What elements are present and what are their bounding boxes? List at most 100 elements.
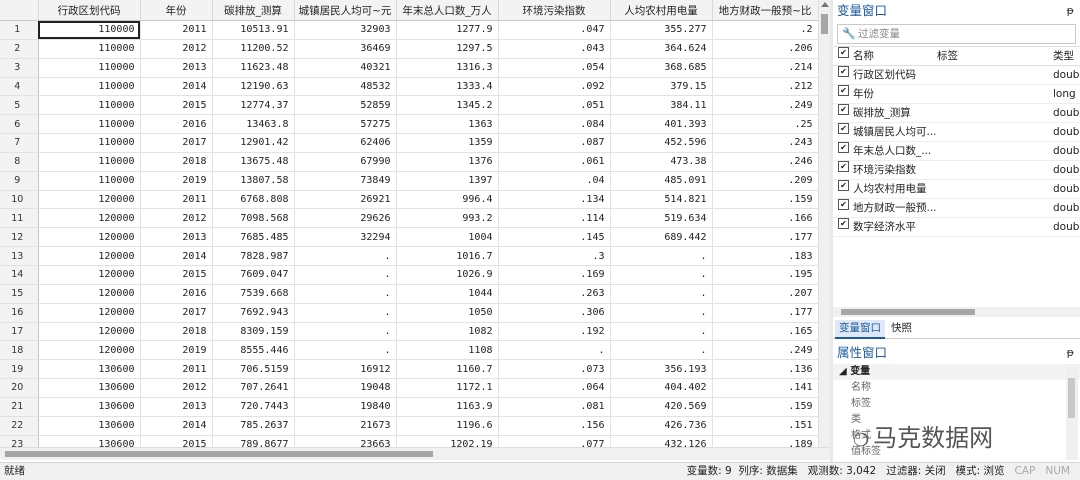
data-cell[interactable]: .246 [712, 152, 818, 172]
table-row[interactable]: 23 130600 2015 789.8677 23663 1202.19.077 432.… [0, 435, 818, 447]
variable-checkbox[interactable]: ✔ [838, 142, 849, 153]
data-cell[interactable]: 785.2637 [212, 416, 295, 436]
data-cell[interactable]: 12774.37 [212, 95, 295, 116]
pin-icon[interactable]: ᵽ [1067, 0, 1074, 22]
variables-horizontal-scrollbar[interactable] [833, 307, 1080, 317]
data-cell[interactable]: 7539.668 [212, 284, 295, 304]
data-cell[interactable]: 120000 [38, 340, 141, 361]
row-number[interactable]: 5 [0, 95, 39, 116]
data-cell[interactable]: 120000 [38, 265, 141, 285]
data-cell[interactable]: 2018 [140, 322, 213, 342]
table-row[interactable]: 1 110000 2011 10513.91 32903 1277.9.047 355.27… [0, 20, 818, 40]
variable-checkbox[interactable]: ✔ [838, 180, 849, 191]
data-cell[interactable]: .054 [498, 58, 611, 78]
data-cell[interactable]: 720.7443 [212, 397, 295, 417]
data-cell[interactable]: 485.091 [610, 171, 713, 191]
data-cell[interactable]: 2017 [140, 133, 213, 153]
data-cell[interactable]: 110000 [38, 77, 141, 97]
data-cell[interactable]: 2016 [140, 114, 213, 135]
data-cell[interactable]: 120000 [38, 208, 141, 229]
data-cell[interactable]: 7098.568 [212, 208, 295, 229]
data-cell[interactable]: 36469 [294, 39, 397, 59]
data-cell[interactable]: . [610, 284, 713, 304]
data-cell[interactable]: 73849 [294, 171, 397, 191]
row-number[interactable]: 3 [0, 58, 39, 78]
table-row[interactable]: 11 120000 2012 7098.568 29626 993.2.114 519.63… [0, 208, 818, 229]
data-cell[interactable]: 2012 [140, 39, 213, 59]
data-cell[interactable]: 13807.58 [212, 171, 295, 191]
data-cell[interactable]: 401.393 [610, 114, 713, 135]
data-cell[interactable]: 1016.7 [396, 246, 499, 266]
scroll-thumb[interactable] [1068, 378, 1075, 418]
data-cell[interactable]: . [294, 340, 397, 361]
name-column-header[interactable]: 名称 [853, 47, 874, 65]
data-cell[interactable]: 473.38 [610, 152, 713, 172]
data-cell[interactable]: .177 [712, 227, 818, 248]
data-cell[interactable]: 1359 [396, 133, 499, 153]
table-row[interactable]: 12 120000 2013 7685.485 32294 1004.145 689.442… [0, 227, 818, 248]
data-cell[interactable]: 52859 [294, 95, 397, 116]
data-cell[interactable]: 48532 [294, 77, 397, 97]
data-cell[interactable]: .183 [712, 246, 818, 266]
data-cell[interactable]: 13675.48 [212, 152, 295, 172]
table-row[interactable]: 15 120000 2016 7539.668. 1044.263. .207 [0, 284, 818, 304]
data-cell[interactable]: .263 [498, 284, 611, 304]
data-cell[interactable]: . [294, 246, 397, 266]
data-cell[interactable]: 2015 [140, 95, 213, 116]
data-cell[interactable]: 8309.159 [212, 322, 295, 342]
data-grid[interactable]: 行政区划代码 年份 碳排放_测算 城镇居民人均可~元 年末总人口数_万人 环境污染指数 人均… [0, 0, 818, 447]
row-number[interactable]: 10 [0, 190, 39, 210]
variable-checkbox[interactable]: ✔ [838, 66, 849, 77]
data-cell[interactable]: 10513.91 [212, 20, 295, 40]
data-cell[interactable]: 2019 [140, 340, 213, 361]
data-cell[interactable]: .061 [498, 152, 611, 172]
data-cell[interactable]: 689.442 [610, 227, 713, 248]
row-number[interactable]: 2 [0, 39, 39, 59]
data-cell[interactable]: 707.2641 [212, 378, 295, 398]
data-cell[interactable]: .209 [712, 171, 818, 191]
data-cell[interactable]: .141 [712, 378, 818, 398]
data-cell[interactable]: .084 [498, 114, 611, 135]
data-cell[interactable]: 355.277 [610, 20, 713, 40]
variable-row[interactable]: ✔ 环境污染指数 doub [833, 161, 1080, 180]
data-cell[interactable]: 993.2 [396, 208, 499, 229]
data-cell[interactable]: 13463.8 [212, 114, 295, 135]
row-number[interactable]: 19 [0, 359, 39, 380]
data-cell[interactable]: 26921 [294, 190, 397, 210]
row-number[interactable]: 21 [0, 397, 39, 417]
data-cell[interactable]: 110000 [38, 171, 141, 191]
data-cell[interactable]: . [294, 284, 397, 304]
data-cell[interactable]: 110000 [38, 39, 141, 59]
data-cell[interactable]: 110000 [38, 20, 141, 40]
data-cell[interactable]: 1172.1 [396, 378, 499, 398]
data-cell[interactable]: 452.596 [610, 133, 713, 153]
data-cell[interactable]: 110000 [38, 114, 141, 135]
row-number[interactable]: 18 [0, 340, 39, 361]
data-cell[interactable]: 2017 [140, 303, 213, 323]
data-cell[interactable]: 706.5159 [212, 359, 295, 380]
row-number[interactable]: 20 [0, 378, 39, 398]
data-cell[interactable]: 364.624 [610, 39, 713, 59]
grid-horizontal-scrollbar[interactable] [0, 447, 830, 460]
row-number[interactable]: 8 [0, 152, 39, 172]
column-header[interactable]: 碳排放_测算 [212, 0, 295, 21]
data-cell[interactable]: .047 [498, 20, 611, 40]
properties-group-variable[interactable]: ◢ 变量 [833, 364, 1080, 380]
data-cell[interactable]: 1333.4 [396, 77, 499, 97]
data-cell[interactable]: 2015 [140, 435, 213, 447]
row-number[interactable]: 9 [0, 171, 39, 191]
variable-checkbox[interactable]: ✔ [838, 85, 849, 96]
data-cell[interactable]: 2012 [140, 378, 213, 398]
table-row[interactable]: 20 130600 2012 707.2641 19048 1172.1.064 404.4… [0, 378, 818, 398]
label-column-header[interactable]: 标签 [937, 47, 958, 65]
row-number[interactable]: 17 [0, 322, 39, 342]
data-cell[interactable]: . [498, 340, 611, 361]
variable-row[interactable]: ✔ 年份 long [833, 85, 1080, 104]
data-cell[interactable]: 1363 [396, 114, 499, 135]
table-row[interactable]: 10 120000 2011 6768.808 26921 996.4.134 514.82… [0, 190, 818, 210]
data-cell[interactable]: .081 [498, 397, 611, 417]
row-number[interactable]: 7 [0, 133, 39, 153]
data-cell[interactable]: 130600 [38, 416, 141, 436]
data-cell[interactable]: 57275 [294, 114, 397, 135]
data-cell[interactable]: 120000 [38, 227, 141, 248]
